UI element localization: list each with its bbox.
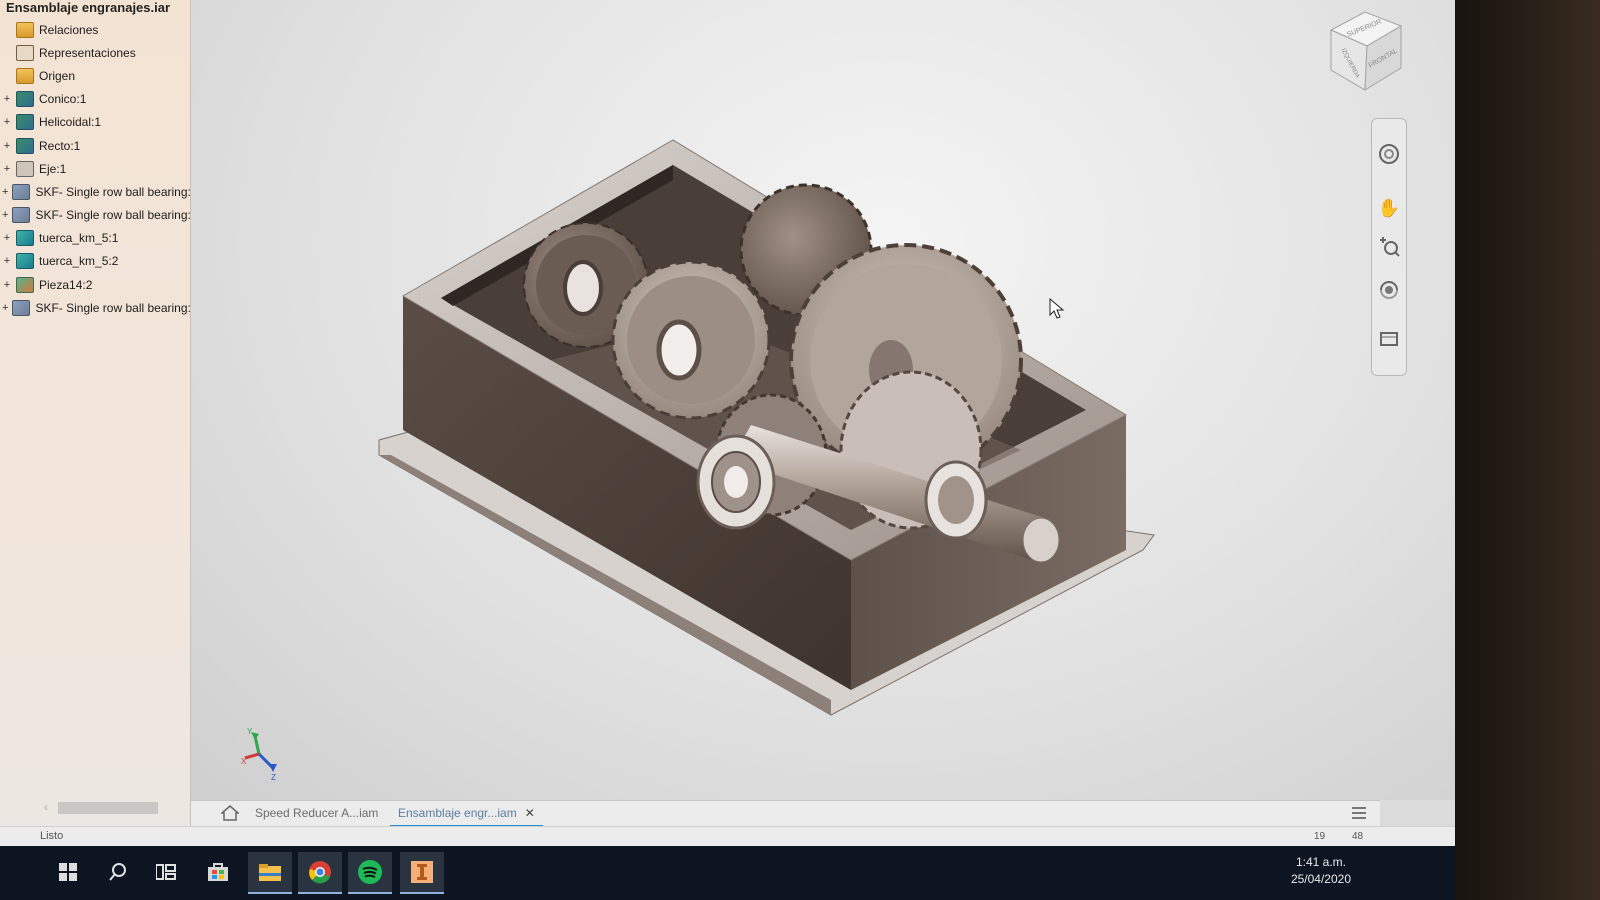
piece-icon: [16, 276, 34, 293]
folder-icon: [16, 67, 34, 84]
axis-triad: Y X Z: [241, 728, 277, 780]
monitor-bezel: [1450, 0, 1600, 900]
part-icon: [16, 114, 34, 131]
expand-toggle-icon[interactable]: +: [2, 186, 8, 198]
browser-node[interactable]: + Pieza14:2: [0, 273, 190, 296]
graphics-viewport[interactable]: SUPERIOR IZQUIERDA FRONTAL ✋ Y X Z: [191, 0, 1455, 800]
expand-toggle-icon[interactable]: +: [2, 163, 12, 175]
tabs-menu-icon[interactable]: [1352, 807, 1366, 819]
tab-label: Speed Reducer A...iam: [255, 806, 379, 820]
status-count-1: 19: [1314, 831, 1326, 842]
part-icon: [16, 137, 34, 154]
expand-toggle-icon[interactable]: +: [2, 279, 12, 291]
expand-toggle-icon[interactable]: +: [2, 116, 12, 128]
browser-node-label: tuerca_km_5:2: [39, 254, 119, 269]
expand-toggle-icon[interactable]: +: [2, 209, 8, 221]
tab-label: Ensamblaje engr...iam: [398, 806, 517, 820]
zoom-icon[interactable]: [1376, 233, 1402, 259]
tab-ensamblaje[interactable]: Ensamblaje engr...iam ✕: [390, 801, 543, 828]
clock-date: 25/04/2020: [1290, 872, 1351, 886]
mouse-cursor-icon: [1049, 298, 1065, 319]
triad-y-label: Y: [247, 728, 253, 736]
expand-toggle-icon[interactable]: +: [2, 140, 12, 152]
clock-time: 1:41 a.m.: [1295, 855, 1346, 869]
search-icon[interactable]: [96, 852, 140, 892]
browser-tree: Relaciones Representaciones Origen + Conico:…: [0, 18, 190, 319]
nut-icon: [16, 253, 34, 270]
status-count-2: 48: [1352, 831, 1364, 842]
browser-node[interactable]: + Helicoidal:1: [0, 111, 190, 134]
browser-node-label: tuerca_km_5:1: [39, 231, 119, 246]
browser-node[interactable]: Relaciones: [0, 18, 190, 41]
status-text: Listo: [40, 830, 64, 842]
browser-node[interactable]: + Conico:1: [0, 88, 190, 111]
browser-node-label: Origen: [39, 68, 76, 83]
view-face-icon[interactable]: [1376, 325, 1402, 351]
folder-icon: [16, 21, 34, 38]
tab-speed-reducer[interactable]: Speed Reducer A...iam: [247, 801, 386, 825]
task-view-icon[interactable]: [144, 852, 188, 892]
chrome-icon[interactable]: [298, 852, 342, 894]
browser-node[interactable]: + tuerca_km_5:2: [0, 250, 190, 273]
file-explorer-icon[interactable]: [248, 852, 292, 894]
windows-start-icon[interactable]: [46, 852, 90, 892]
assembly-title[interactable]: Ensamblaje engranajes.iar: [6, 0, 170, 15]
spur-gear-middle: [611, 260, 771, 420]
browser-node[interactable]: + SKF- Single row ball bearing:: [0, 296, 190, 319]
scroll-left-icon[interactable]: ‹: [44, 800, 48, 814]
orbit-icon[interactable]: [1376, 277, 1402, 303]
browser-node-label: SKF- Single row ball bearing:: [35, 300, 190, 315]
browser-node[interactable]: Representaciones: [0, 41, 190, 64]
nut-icon: [16, 230, 34, 247]
store-icon[interactable]: [196, 852, 240, 892]
bearing-icon: [12, 183, 31, 200]
browser-scrollbar[interactable]: ‹ ›: [40, 800, 204, 816]
expand-toggle-icon[interactable]: +: [2, 255, 12, 267]
ball-bearing-right: [924, 460, 988, 540]
view-cube[interactable]: SUPERIOR IZQUIERDA FRONTAL: [1321, 8, 1411, 100]
windows-taskbar: 1:41 a.m. 25/04/2020: [0, 846, 1455, 900]
browser-node-label: Conico:1: [39, 92, 87, 107]
browser-node-label: SKF- Single row ball bearing:: [35, 184, 190, 199]
browser-node[interactable]: Origen: [0, 64, 190, 87]
browser-node[interactable]: + tuerca_km_5:1: [0, 227, 190, 250]
browser-node-label: Helicoidal:1: [39, 115, 102, 130]
system-clock[interactable]: 1:41 a.m. 25/04/2020: [1291, 854, 1351, 888]
representations-icon: [16, 44, 34, 61]
document-tabs: Speed Reducer A...iam Ensamblaje engr...…: [191, 800, 1380, 828]
triad-x-label: X: [241, 757, 247, 766]
browser-node-label: Relaciones: [39, 22, 99, 37]
browser-node-label: Pieza14:2: [39, 277, 93, 292]
home-icon[interactable]: [221, 804, 239, 822]
spotify-icon[interactable]: [348, 852, 392, 894]
gearbox-model[interactable]: [191, 0, 1455, 800]
navigation-bar: ✋: [1371, 118, 1407, 376]
browser-node-label: Eje:1: [39, 161, 67, 176]
expand-toggle-icon[interactable]: +: [2, 93, 12, 105]
browser-node-label: SKF- Single row ball bearing:: [35, 208, 190, 223]
scrollbar-thumb[interactable]: [58, 802, 158, 814]
browser-node-label: Recto:1: [39, 138, 81, 153]
inventor-icon[interactable]: [400, 852, 444, 894]
frame-icon: [16, 160, 34, 177]
pan-hand-icon[interactable]: ✋: [1376, 195, 1402, 221]
inventor-window: Ensamblaje engranajes.iar Relaciones Repr…: [0, 0, 1455, 900]
browser-node[interactable]: + Recto:1: [0, 134, 190, 157]
status-bar: Listo 19 48: [0, 826, 1455, 847]
browser-node-label: Representaciones: [39, 45, 136, 60]
steering-wheel-icon[interactable]: [1376, 141, 1402, 167]
close-tab-icon[interactable]: ✕: [525, 806, 535, 820]
model-browser: Ensamblaje engranajes.iar Relaciones Repr…: [0, 0, 204, 845]
bearing-icon: [12, 207, 31, 224]
browser-node[interactable]: + Eje:1: [0, 157, 190, 180]
triad-z-label: Z: [271, 773, 276, 780]
expand-toggle-icon[interactable]: +: [2, 302, 8, 314]
browser-node[interactable]: + SKF- Single row ball bearing:: [0, 180, 190, 203]
ball-bearing-left: [696, 434, 776, 530]
part-icon: [16, 91, 34, 108]
expand-toggle-icon[interactable]: +: [2, 232, 12, 244]
browser-node[interactable]: + SKF- Single row ball bearing:: [0, 204, 190, 227]
bearing-icon: [12, 299, 31, 316]
